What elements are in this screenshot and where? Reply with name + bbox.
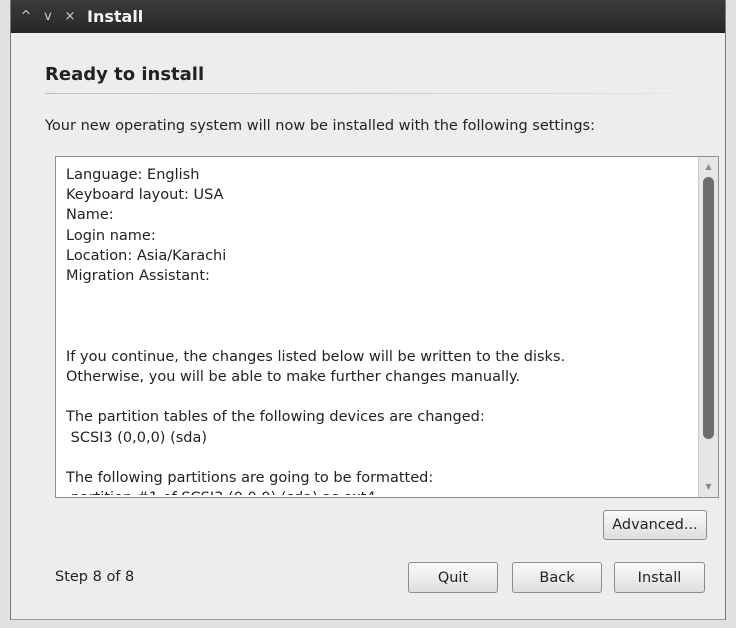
- window-title: Install: [87, 7, 144, 26]
- summary-line: [66, 306, 686, 326]
- page-title: Ready to install: [45, 64, 205, 85]
- title-bar[interactable]: ^ v × Install: [11, 0, 725, 33]
- settings-summary-box[interactable]: Language: English Keyboard layout: USA Nam…: [55, 156, 719, 498]
- summary-line: Name:: [66, 207, 114, 224]
- summary-line: [66, 448, 686, 468]
- summary-line: Language: English: [66, 167, 200, 183]
- install-button[interactable]: Install: [614, 562, 705, 593]
- summary-line: SCSI3 (0,0,0) (sda): [66, 429, 208, 446]
- heading-divider: [45, 93, 711, 94]
- close-icon[interactable]: ×: [59, 6, 81, 28]
- scroll-down-icon[interactable]: ▼: [699, 479, 718, 495]
- minimize-icon[interactable]: ^: [15, 6, 37, 28]
- scroll-up-icon[interactable]: ▲: [699, 159, 718, 175]
- summary-line: [66, 327, 686, 347]
- summary-line: The partition tables of the following de…: [66, 409, 485, 426]
- summary-line: Migration Assistant:: [66, 268, 210, 285]
- summary-line: partition #1 of SCSI3 (0,0,0) (sda) as e…: [66, 488, 686, 495]
- quit-button[interactable]: Quit: [408, 562, 498, 593]
- summary-line: [66, 286, 686, 306]
- back-button[interactable]: Back: [512, 562, 602, 593]
- summary-line: Location: Asia/Karachi: [66, 247, 227, 264]
- advanced-button[interactable]: Advanced...: [603, 510, 707, 540]
- summary-line: [66, 387, 686, 407]
- settings-summary-text: Language: English Keyboard layout: USA Nam…: [66, 165, 686, 495]
- summary-scrollbar[interactable]: ▲ ▼: [698, 157, 718, 497]
- summary-line: The following partitions are going to be…: [66, 470, 434, 487]
- summary-line: Login name:: [66, 227, 156, 244]
- maximize-icon[interactable]: v: [37, 6, 59, 28]
- summary-line: Otherwise, you will be able to make furt…: [66, 369, 521, 386]
- step-indicator: Step 8 of 8: [55, 569, 135, 585]
- summary-line: If you continue, the changes listed belo…: [66, 348, 566, 365]
- summary-line: Keyboard layout: USA: [66, 187, 224, 204]
- intro-text: Your new operating system will now be in…: [45, 118, 595, 134]
- scrollbar-thumb[interactable]: [703, 177, 714, 439]
- installer-window: ^ v × Install Ready to install Your new …: [10, 0, 726, 620]
